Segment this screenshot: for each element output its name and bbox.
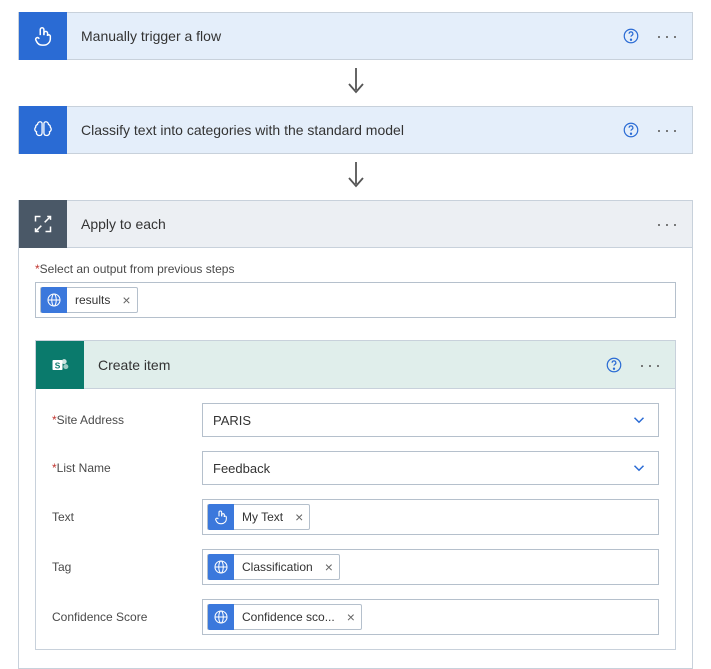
more-icon[interactable]: ··· — [656, 215, 680, 233]
svg-text:S: S — [55, 360, 61, 370]
apply-to-each-title: Apply to each — [67, 216, 656, 232]
text-label: Text — [52, 510, 202, 524]
loop-icon — [19, 200, 67, 248]
more-icon[interactable]: ··· — [656, 121, 680, 139]
confidence-input[interactable]: Confidence sco... × — [202, 599, 659, 635]
site-address-value: PARIS — [213, 413, 251, 428]
touch-icon — [19, 12, 67, 60]
sharepoint-icon: S — [36, 341, 84, 389]
globe-icon — [41, 287, 67, 313]
remove-token-icon[interactable]: × — [291, 509, 303, 525]
remove-token-icon[interactable]: × — [118, 292, 130, 308]
chevron-down-icon — [630, 459, 648, 477]
help-icon[interactable] — [622, 121, 640, 139]
text-input[interactable]: My Text × — [202, 499, 659, 535]
list-name-value: Feedback — [213, 461, 270, 476]
trigger-step-header[interactable]: Manually trigger a flow ··· — [18, 12, 693, 60]
results-token[interactable]: results × — [40, 287, 138, 313]
output-label: *Select an output from previous steps — [35, 262, 676, 276]
tag-label: Tag — [52, 560, 202, 574]
tag-input[interactable]: Classification × — [202, 549, 659, 585]
classify-step-header[interactable]: Classify text into categories with the s… — [18, 106, 693, 154]
create-item-header[interactable]: S Create item ··· — [36, 341, 675, 389]
output-input[interactable]: results × — [35, 282, 676, 318]
arrow-connector — [18, 154, 693, 200]
more-icon[interactable]: ··· — [656, 27, 680, 45]
remove-token-icon[interactable]: × — [343, 609, 355, 625]
token-label: results — [75, 293, 110, 307]
remove-token-icon[interactable]: × — [321, 559, 333, 575]
more-icon[interactable]: ··· — [639, 356, 663, 374]
create-item-title: Create item — [84, 357, 605, 373]
create-item-panel: *Site Address PARIS *List Name Feedback … — [36, 389, 675, 649]
trigger-step-title: Manually trigger a flow — [67, 28, 622, 44]
list-name-label: *List Name — [52, 461, 202, 475]
confidence-token[interactable]: Confidence sco... × — [207, 604, 362, 630]
token-label: Classification — [242, 560, 313, 574]
globe-icon — [208, 554, 234, 580]
touch-icon — [208, 504, 234, 530]
mytext-token[interactable]: My Text × — [207, 504, 310, 530]
site-address-select[interactable]: PARIS — [202, 403, 659, 437]
chevron-down-icon — [630, 411, 648, 429]
help-icon[interactable] — [605, 356, 623, 374]
confidence-label: Confidence Score — [52, 610, 202, 624]
apply-to-each-panel: *Select an output from previous steps re… — [18, 248, 693, 669]
classify-step-title: Classify text into categories with the s… — [67, 122, 622, 138]
list-name-select[interactable]: Feedback — [202, 451, 659, 485]
token-label: Confidence sco... — [242, 610, 335, 624]
arrow-connector — [18, 60, 693, 106]
globe-icon — [208, 604, 234, 630]
site-address-label: *Site Address — [52, 413, 202, 427]
classification-token[interactable]: Classification × — [207, 554, 340, 580]
brain-icon — [19, 106, 67, 154]
token-label: My Text — [242, 510, 283, 524]
apply-to-each-header[interactable]: Apply to each ··· — [18, 200, 693, 248]
help-icon[interactable] — [622, 27, 640, 45]
